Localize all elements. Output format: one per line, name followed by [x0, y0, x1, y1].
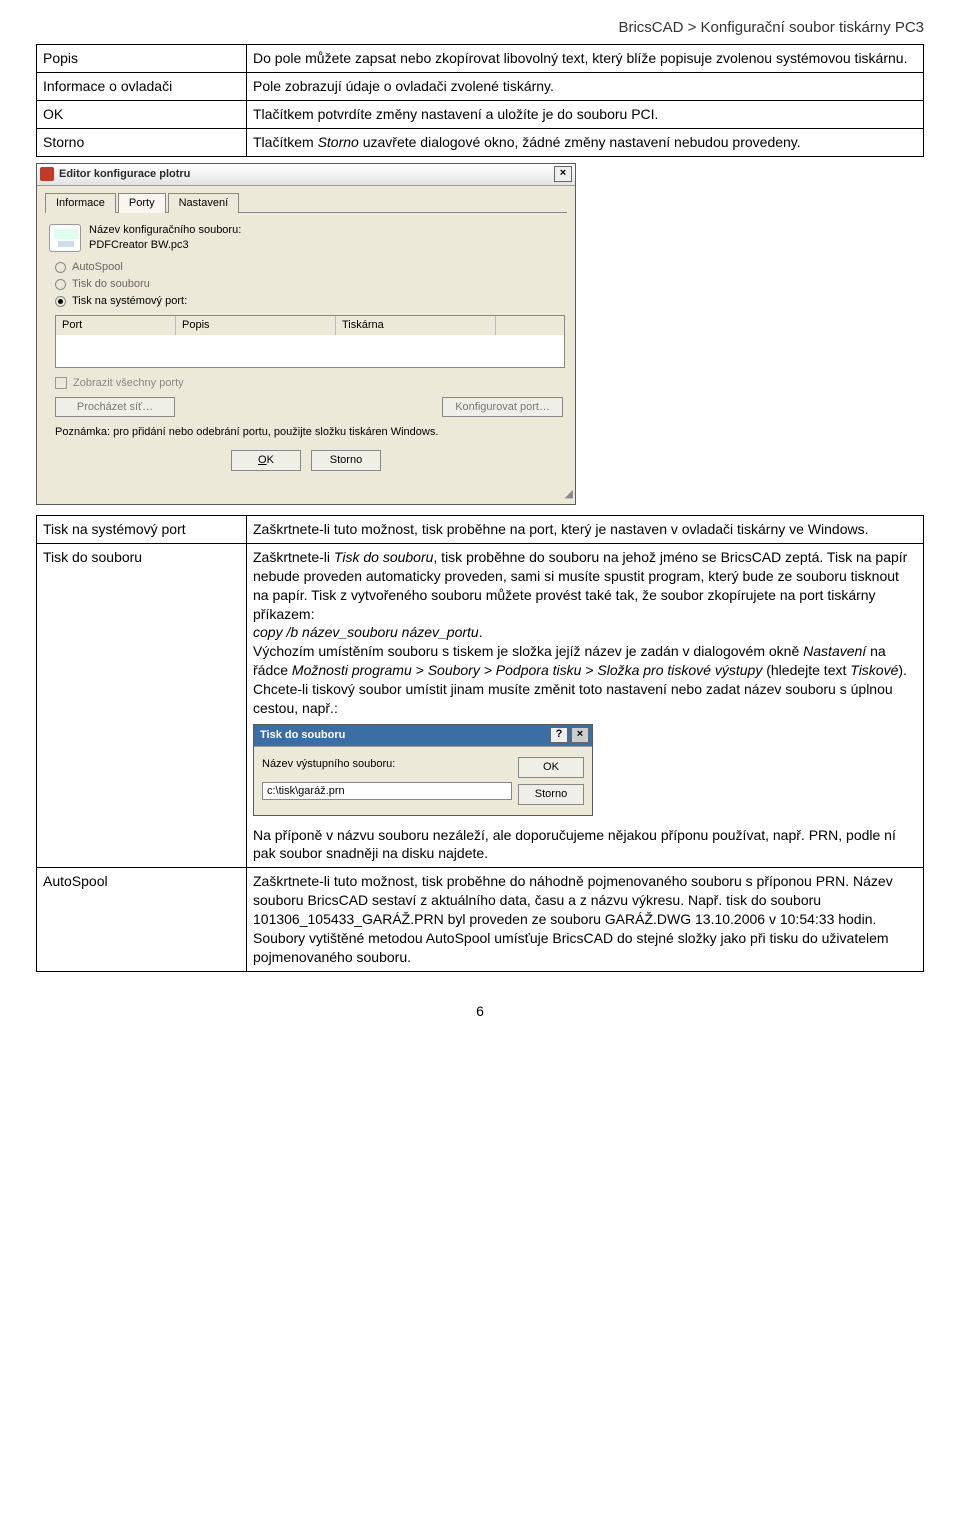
- show-all-ports-checkbox: Zobrazit všechny porty: [55, 376, 563, 391]
- ok-button[interactable]: OK: [518, 757, 584, 778]
- output-file-input[interactable]: [262, 782, 512, 800]
- table-row: Tisk na systémový port Zaškrtnete-li tut…: [37, 515, 924, 543]
- close-icon[interactable]: ×: [571, 727, 589, 743]
- port-mode-radios: AutoSpool Tisk do souboru Tisk na systém…: [55, 260, 563, 309]
- term-autospool: AutoSpool: [37, 868, 247, 971]
- page-number: 6: [36, 1002, 924, 1021]
- dialog-title: Editor konfigurace plotru: [59, 168, 190, 180]
- term-tisk-souboru: Tisk do souboru: [37, 543, 247, 867]
- dialog-title: Tisk do souboru: [260, 729, 345, 741]
- breadcrumb: BricsCAD > Konfigurační soubor tiskárny …: [36, 18, 924, 38]
- tab-informace[interactable]: Informace: [45, 193, 116, 213]
- radio-autospool[interactable]: AutoSpool: [55, 260, 563, 275]
- table-row: Popis Do pole můžete zapsat nebo zkopíro…: [37, 45, 924, 73]
- term-tisk-sysport: Tisk na systémový port: [37, 515, 247, 543]
- term-storno: Storno: [37, 128, 247, 156]
- close-icon[interactable]: ×: [554, 166, 572, 182]
- radio-tisk-do-souboru[interactable]: Tisk do souboru: [55, 277, 563, 292]
- tab-bar: Informace Porty Nastavení: [45, 192, 567, 213]
- output-file-label: Název výstupního souboru:: [262, 757, 512, 772]
- table-row: Storno Tlačítkem Storno uzavřete dialogo…: [37, 128, 924, 156]
- plotter-config-editor-dialog: Editor konfigurace plotru × Informace Po…: [36, 163, 576, 505]
- desc-popis: Do pole můžete zapsat nebo zkopírovat li…: [247, 45, 924, 73]
- table-row: OK Tlačítkem potvrdíte změny nastavení a…: [37, 101, 924, 129]
- desc-tisk-souboru: Zaškrtnete-li Tisk do souboru, tisk prob…: [247, 543, 924, 867]
- table-row: Informace o ovladači Pole zobrazují údaj…: [37, 73, 924, 101]
- desc-autospool: Zaškrtnete-li tuto možnost, tisk proběhn…: [247, 868, 924, 971]
- app-icon: [40, 167, 54, 181]
- desc-ok: Tlačítkem potvrdíte změny nastavení a ul…: [247, 101, 924, 129]
- definitions-table-2: Tisk na systémový port Zaškrtnete-li tut…: [36, 515, 924, 972]
- port-col-popis[interactable]: Popis: [176, 316, 336, 335]
- checkbox-icon: [55, 377, 67, 389]
- configure-port-button: Konfigurovat port…: [442, 397, 563, 418]
- port-col-tiskarna[interactable]: Tiskárna: [336, 316, 496, 335]
- table-row: Tisk do souboru Zaškrtnete-li Tisk do so…: [37, 543, 924, 867]
- dialog-titlebar[interactable]: Editor konfigurace plotru ×: [37, 164, 575, 186]
- storno-button[interactable]: Storno: [518, 784, 584, 805]
- term-ok: OK: [37, 101, 247, 129]
- desc-storno: Tlačítkem Storno uzavřete dialogové okno…: [247, 128, 924, 156]
- config-file-label: Název konfiguračního souboru:: [89, 223, 241, 238]
- tab-porty[interactable]: Porty: [118, 193, 166, 213]
- dialog-titlebar[interactable]: Tisk do souboru ? ×: [254, 725, 592, 747]
- port-col-port[interactable]: Port: [56, 316, 176, 335]
- config-file-name: PDFCreator BW.pc3: [89, 238, 241, 253]
- definitions-table-1: Popis Do pole můžete zapsat nebo zkopíro…: [36, 44, 924, 157]
- printer-icon: [49, 224, 81, 252]
- radio-tisk-sysport[interactable]: Tisk na systémový port:: [55, 294, 563, 309]
- print-to-file-dialog: Tisk do souboru ? × Název výstupního sou…: [253, 724, 593, 816]
- resize-grip-icon[interactable]: ◢: [37, 487, 575, 504]
- term-popis: Popis: [37, 45, 247, 73]
- desc-tisk-sysport: Zaškrtnete-li tuto možnost, tisk proběhn…: [247, 515, 924, 543]
- ok-button[interactable]: OK: [231, 450, 301, 471]
- tab-nastaveni[interactable]: Nastavení: [168, 193, 240, 213]
- browse-network-button: Procházet síť…: [55, 397, 175, 418]
- table-row: AutoSpool Zaškrtnete-li tuto možnost, ti…: [37, 868, 924, 971]
- desc-informace: Pole zobrazují údaje o ovladači zvolené …: [247, 73, 924, 101]
- term-informace: Informace o ovladači: [37, 73, 247, 101]
- help-icon[interactable]: ?: [550, 727, 568, 743]
- port-note: Poznámka: pro přidání nebo odebrání port…: [55, 425, 563, 440]
- storno-button[interactable]: Storno: [311, 450, 381, 471]
- port-table[interactable]: Port Popis Tiskárna: [55, 315, 565, 368]
